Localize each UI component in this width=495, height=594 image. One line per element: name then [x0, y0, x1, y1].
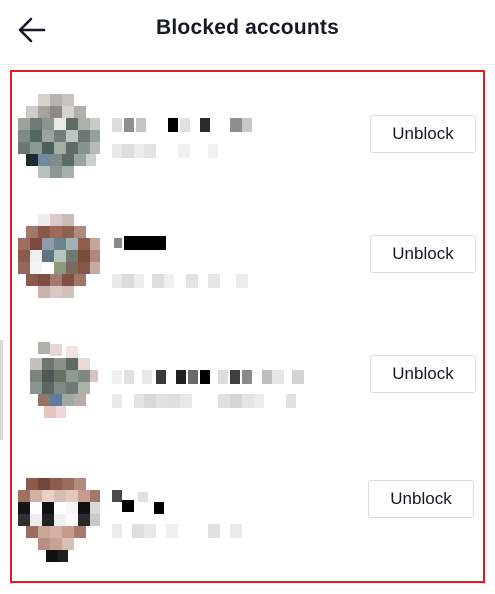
page-title: Blocked accounts — [156, 16, 339, 39]
header-bar: Blocked accounts — [0, 0, 495, 64]
header-divider — [0, 64, 495, 65]
highlight-frame — [10, 70, 485, 583]
